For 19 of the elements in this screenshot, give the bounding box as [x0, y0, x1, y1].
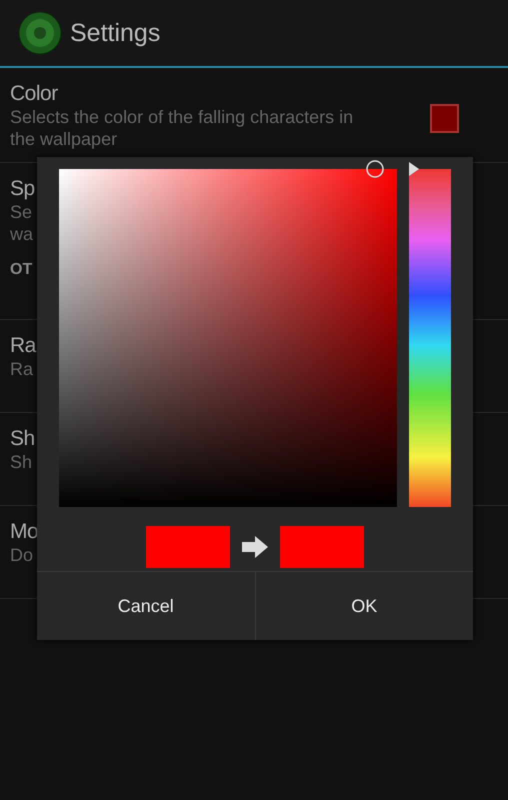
preference-title: Sp	[10, 177, 35, 201]
preference-value: OT	[10, 261, 32, 279]
preference-summary: Ra	[10, 358, 34, 380]
preference-title: Sh	[10, 427, 35, 451]
screen-title: Settings	[70, 18, 160, 48]
preference-title: Ra	[10, 334, 36, 358]
app-logo-icon	[18, 11, 62, 55]
preference-title: Mo	[10, 520, 38, 544]
saturation-value-field[interactable]	[59, 169, 397, 507]
arrow-right-icon	[242, 536, 268, 558]
preference-summary: Sh	[10, 451, 32, 473]
preference-summary: Selects the color of the falling characters in the wallpaper	[10, 106, 354, 150]
preference-summary: Se wa	[10, 201, 34, 245]
cancel-button[interactable]: Cancel	[37, 572, 254, 640]
preference-title: Color	[10, 82, 58, 106]
color-cursor-icon[interactable]	[366, 160, 384, 178]
preference-summary: Do	[10, 544, 34, 566]
ok-button[interactable]: OK	[254, 572, 473, 640]
hue-thumb[interactable]	[409, 162, 419, 176]
